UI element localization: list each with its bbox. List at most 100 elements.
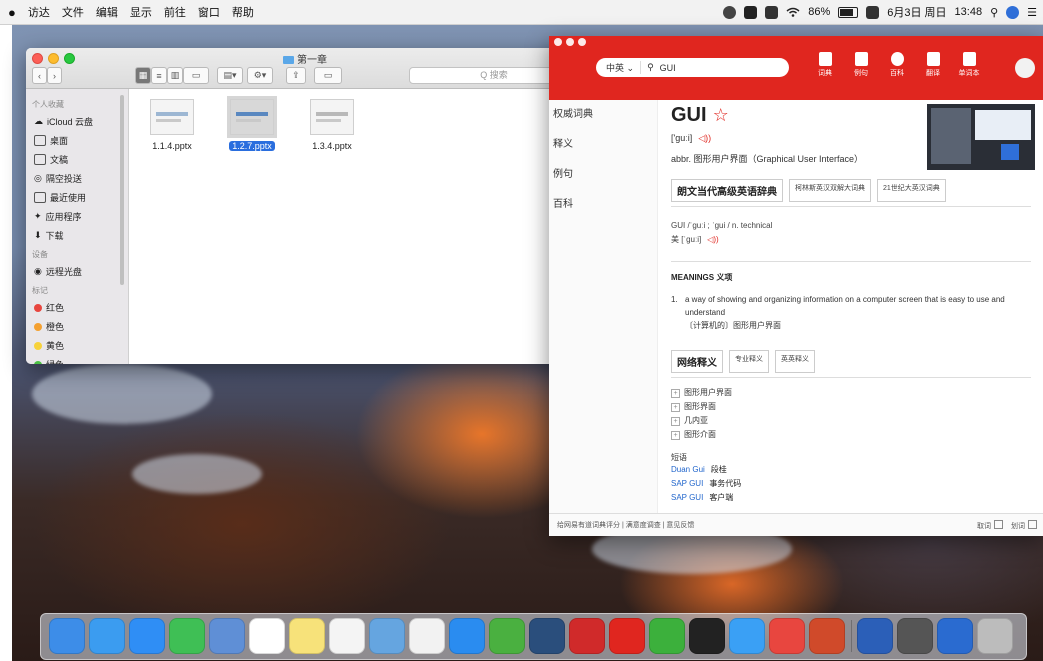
forward-button[interactable]: ›: [47, 67, 62, 84]
icon-view-button[interactable]: ▦: [135, 67, 151, 84]
sidebar-item-icloud[interactable]: ☁ iCloud 云盘: [26, 112, 128, 131]
dock-app-icon[interactable]: [89, 618, 125, 654]
file-item-selected[interactable]: 1.2.7.pptx: [217, 96, 287, 151]
dock-app-icon[interactable]: [897, 618, 933, 654]
language-select[interactable]: 中英 ⌄: [596, 61, 642, 74]
menu-help[interactable]: 帮助: [232, 4, 254, 20]
speaker-icon[interactable]: ◁)): [707, 235, 718, 244]
file-item[interactable]: 1.1.4.pptx: [137, 99, 207, 151]
dock-app-icon[interactable]: [769, 618, 805, 654]
search-input[interactable]: GUI: [654, 63, 676, 73]
zoom-button[interactable]: [578, 38, 586, 46]
column-view-button[interactable]: ▥: [167, 67, 183, 84]
menu-finder[interactable]: 访达: [28, 4, 50, 20]
dock-app-icon[interactable]: [409, 618, 445, 654]
favorite-star-icon[interactable]: ☆: [713, 105, 729, 125]
speaker-icon[interactable]: ◁)): [698, 133, 711, 143]
word-select-toggle[interactable]: 划词: [1011, 519, 1037, 531]
dock-app-icon[interactable]: [809, 618, 845, 654]
sidebar-scrollbar[interactable]: [120, 95, 124, 285]
sidebar-tag-red[interactable]: 红色: [26, 298, 128, 317]
dock-app-icon[interactable]: [329, 618, 365, 654]
status-app-icon[interactable]: [744, 5, 758, 19]
notification-center-icon[interactable]: ☰: [1027, 6, 1037, 19]
tab-encyclopedia[interactable]: 百科: [886, 52, 908, 78]
nav-definitions[interactable]: 释义: [549, 130, 657, 160]
tab-translate[interactable]: 翻译: [922, 52, 944, 78]
file-item[interactable]: 1.3.4.pptx: [297, 99, 367, 151]
dock-app-icon[interactable]: [937, 618, 973, 654]
word-image[interactable]: [927, 104, 1035, 170]
dock-app-icon[interactable]: [609, 618, 645, 654]
siri-icon[interactable]: [1006, 5, 1020, 19]
phrase-link[interactable]: Duan Gui: [671, 465, 705, 474]
menubar-date[interactable]: 6月3日 周日: [887, 4, 946, 20]
list-view-button[interactable]: ≡: [151, 67, 167, 84]
list-item[interactable]: 图形用户界面: [671, 386, 1031, 400]
dock-app-icon[interactable]: [569, 618, 605, 654]
sidebar-item-airdrop[interactable]: ◎ 隔空投送: [26, 169, 128, 188]
menu-window[interactable]: 窗口: [198, 4, 220, 20]
tab-web-definitions[interactable]: 网络释义: [671, 350, 723, 373]
minimize-button[interactable]: [566, 38, 574, 46]
dock-app-icon[interactable]: [689, 618, 725, 654]
dock-app-icon[interactable]: [289, 618, 325, 654]
action-gear-icon[interactable]: ⚙▾: [247, 67, 273, 84]
dock-app-icon[interactable]: [529, 618, 565, 654]
gallery-view-button[interactable]: ▭: [183, 67, 209, 84]
menu-go[interactable]: 前往: [164, 4, 186, 20]
dock-app-icon[interactable]: [49, 618, 85, 654]
tab-21st-century[interactable]: 21世纪大英汉词典: [877, 179, 946, 202]
input-method-icon[interactable]: [765, 5, 779, 19]
dock-app-icon[interactable]: [729, 618, 765, 654]
dock-app-icon[interactable]: [209, 618, 245, 654]
sidebar-item-applications[interactable]: ✦ 应用程序: [26, 207, 128, 226]
dock-app-icon[interactable]: [489, 618, 525, 654]
word-capture-toggle[interactable]: 取词: [977, 519, 1003, 531]
list-item[interactable]: 几内亚: [671, 414, 1031, 428]
dock-app-icon[interactable]: [977, 618, 1013, 654]
back-button[interactable]: ‹: [32, 67, 47, 84]
avatar[interactable]: [1015, 58, 1035, 78]
apple-menu-icon[interactable]: ●: [8, 5, 16, 20]
tags-button[interactable]: ▭: [314, 67, 342, 84]
tab-wordbook[interactable]: 单词本: [958, 52, 980, 78]
sidebar-item-documents[interactable]: 文稿: [26, 150, 128, 169]
dock-app-icon[interactable]: [369, 618, 405, 654]
menu-file[interactable]: 文件: [62, 4, 84, 20]
list-item[interactable]: 图形界面: [671, 400, 1031, 414]
dictionary-search[interactable]: 中英 ⌄ ⚲ GUI: [596, 58, 789, 77]
tab-english-english[interactable]: 英英释义: [775, 350, 815, 373]
sidebar-tag-orange[interactable]: 橙色: [26, 317, 128, 336]
sidebar-item-recents[interactable]: 最近使用: [26, 188, 128, 207]
wifi-icon[interactable]: [786, 7, 800, 17]
dock-app-icon[interactable]: [649, 618, 685, 654]
close-button[interactable]: [554, 38, 562, 46]
nav-encyclopedia[interactable]: 百科: [549, 190, 657, 220]
phrase-link[interactable]: SAP GUI: [671, 493, 703, 502]
sidebar-tag-yellow[interactable]: 黄色: [26, 336, 128, 355]
dock-app-icon[interactable]: [169, 618, 205, 654]
tab-professional[interactable]: 专业释义: [729, 350, 769, 373]
menu-edit[interactable]: 编辑: [96, 4, 118, 20]
nav-authoritative[interactable]: 权威词典: [549, 100, 657, 130]
sidebar-item-desktop[interactable]: 桌面: [26, 131, 128, 150]
sidebar-item-remote-disc[interactable]: ◉ 远程光盘: [26, 262, 128, 281]
checkbox[interactable]: [1028, 519, 1037, 529]
checkbox[interactable]: [994, 519, 1003, 529]
footer-links[interactable]: 给网易有道词典评分 | 满意度调查 | 意见反馈: [557, 520, 694, 530]
menu-view[interactable]: 显示: [130, 4, 152, 20]
dock-app-icon[interactable]: [129, 618, 165, 654]
tab-dictionary[interactable]: 词典: [814, 52, 836, 78]
tab-longman[interactable]: 朗文当代高级英语辞典: [671, 179, 783, 202]
nav-examples[interactable]: 例句: [549, 160, 657, 190]
battery-icon[interactable]: [838, 6, 859, 18]
group-button[interactable]: ▤▾: [217, 67, 243, 84]
menubar-time[interactable]: 13:48: [955, 6, 983, 18]
display-icon[interactable]: [866, 5, 880, 19]
spotlight-search-icon[interactable]: ⚲: [990, 6, 998, 19]
tab-examples[interactable]: 例句: [850, 52, 872, 78]
tab-collins[interactable]: 柯林斯英汉双解大词典: [789, 179, 871, 202]
sidebar-item-downloads[interactable]: ⬇ 下载: [26, 226, 128, 245]
finder-titlebar[interactable]: 第一章 ‹ › ▦ ≡ ▥ ▭ ▤▾ ⚙▾ ⇪ ▭ Q 搜索: [26, 48, 584, 89]
